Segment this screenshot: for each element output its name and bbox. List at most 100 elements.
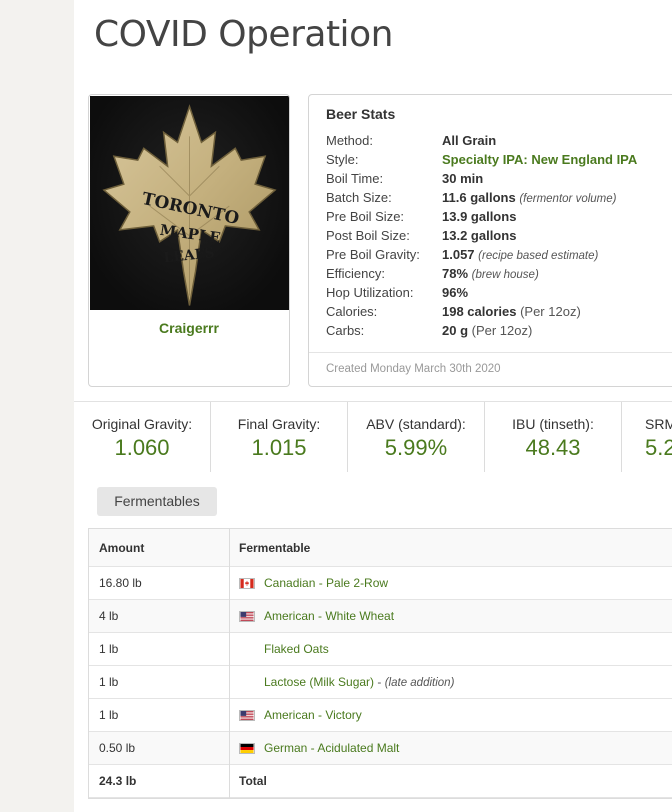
stat-value: 11.6 gallons xyxy=(442,190,516,205)
fermentables-table: Amount Fermentable 16.80 lb Canadian - P… xyxy=(88,528,672,799)
usa-flag-icon xyxy=(239,611,255,622)
fermentable-link[interactable]: American - Victory xyxy=(264,699,362,732)
amount-cell: 16.80 lb xyxy=(99,576,142,590)
stat-pre-boil-gravity: Pre Boil Gravity: 1.057 (recipe based est… xyxy=(326,245,637,264)
stat-label: Calories: xyxy=(326,304,378,319)
total-amount: 24.3 lb xyxy=(99,774,137,788)
stat-label: Method: xyxy=(326,133,373,148)
stat-label: Style: xyxy=(326,152,359,167)
gravity-label: Final Gravity: xyxy=(237,416,321,432)
germany-flag-icon xyxy=(239,743,255,754)
stat-carbs: Carbs: 20 g (Per 12oz) xyxy=(326,321,637,340)
column-header-amount: Amount xyxy=(99,541,145,555)
style-link[interactable]: Specialty IPA: New England IPA xyxy=(442,152,637,167)
stat-batch-size: Batch Size: 11.6 gallons (fermentor volum… xyxy=(326,188,637,207)
srm-box: SRM 5.2 xyxy=(622,402,672,472)
logo-text-leafs: LEAFS xyxy=(163,245,216,266)
fermentable-cell: Lactose (Milk Sugar) - (late addition) xyxy=(264,675,455,689)
stat-value: 1.057 xyxy=(442,247,475,262)
stat-value: All Grain xyxy=(442,133,497,148)
canada-flag-icon xyxy=(239,578,255,589)
stat-label: Boil Time: xyxy=(326,171,384,186)
amount-cell: 1 lb xyxy=(99,642,119,656)
beer-stats-title: Beer Stats xyxy=(326,106,396,122)
amount-cell: 1 lb xyxy=(99,675,119,689)
beer-stats-list: Method: All Grain Style: Specialty IPA: Ne… xyxy=(326,131,637,340)
stat-note: (brew house) xyxy=(471,269,539,281)
column-divider xyxy=(229,633,230,666)
abv-box: ABV (standard): 5.99% xyxy=(348,402,485,472)
ibu-box: IBU (tinseth): 48.43 xyxy=(485,402,622,472)
table-row: 1 lb American - Victory xyxy=(89,699,672,732)
stat-label: Hop Utilization: xyxy=(326,285,414,300)
stat-hop-utilization: Hop Utilization: 96% xyxy=(326,283,637,302)
stat-note: (recipe based estimate) xyxy=(478,250,599,262)
gravity-label: SRM xyxy=(645,416,672,432)
stat-value: 78% xyxy=(442,266,469,281)
table-row: 4 lb American - White Wheat xyxy=(89,600,672,633)
stat-style: Style: Specialty IPA: New England IPA xyxy=(326,150,637,169)
maple-leaf-logo: TORONTO MAPLE LEAFS xyxy=(102,104,277,306)
column-divider xyxy=(229,732,230,765)
table-row: 16.80 lb Canadian - Pale 2-Row xyxy=(89,567,672,600)
fermentable-link[interactable]: German - Acidulated Malt xyxy=(264,732,399,765)
column-divider xyxy=(229,529,230,567)
final-gravity-box: Final Gravity: 1.015 xyxy=(211,402,348,472)
amount-cell: 1 lb xyxy=(99,708,119,722)
fermentable-link[interactable]: American - White Wheat xyxy=(264,600,394,633)
stat-value: 13.2 gallons xyxy=(442,228,517,243)
total-label: Total xyxy=(239,774,267,788)
column-header-fermentable: Fermentable xyxy=(239,541,311,555)
gravity-label: IBU (tinseth): xyxy=(512,416,594,432)
gravity-value: 1.015 xyxy=(251,435,307,460)
created-date: Created Monday March 30th 2020 xyxy=(326,363,501,375)
stat-efficiency: Efficiency: 78% (brew house) xyxy=(326,264,637,283)
gravity-value: 5.99% xyxy=(384,435,448,460)
table-row: 0.50 lb German - Acidulated Malt xyxy=(89,732,672,765)
gravity-value: 1.060 xyxy=(114,435,170,460)
stat-method: Method: All Grain xyxy=(326,131,637,150)
stat-value: 13.9 gallons xyxy=(442,209,517,224)
stat-label: Efficiency: xyxy=(326,266,386,281)
stat-note: (Per 12oz) xyxy=(520,304,581,319)
gravity-value: 5.2 xyxy=(645,435,672,460)
stat-label: Post Boil Size: xyxy=(326,228,410,243)
avatar[interactable]: TORONTO MAPLE LEAFS xyxy=(90,96,289,310)
table-row: 1 lb Flaked Oats xyxy=(89,633,672,666)
tab-fermentables[interactable]: Fermentables xyxy=(97,487,217,516)
stat-label: Pre Boil Gravity: xyxy=(326,247,420,262)
usa-flag-icon xyxy=(239,710,255,721)
stat-boil-time: Boil Time: 30 min xyxy=(326,169,637,188)
late-addition-note: (late addition) xyxy=(384,677,455,689)
stat-note: (Per 12oz) xyxy=(471,323,533,338)
gravity-label: ABV (standard): xyxy=(366,416,466,432)
table-header: Amount Fermentable xyxy=(89,529,672,567)
column-divider xyxy=(229,666,230,699)
fermentable-link[interactable]: Lactose (Milk Sugar) xyxy=(264,675,374,689)
table-row: 1 lb Lactose (Milk Sugar) - (late additi… xyxy=(89,666,672,699)
fermentable-link[interactable]: Canadian - Pale 2-Row xyxy=(264,567,388,600)
stat-pre-boil-size: Pre Boil Size: 13.9 gallons xyxy=(326,207,637,226)
original-gravity-box: Original Gravity: 1.060 xyxy=(74,402,211,472)
brewer-name-link[interactable]: Craigerrr xyxy=(89,320,289,336)
stat-note: (fermentor volume) xyxy=(519,193,617,205)
stat-calories: Calories: 198 calories (Per 12oz) xyxy=(326,302,637,321)
stat-value: 198 calories xyxy=(442,304,517,319)
gravity-summary: Original Gravity: 1.060 Final Gravity: 1… xyxy=(74,401,672,472)
column-divider xyxy=(229,765,230,798)
beer-stats-card: Beer Stats Method: All Grain Style: Specia… xyxy=(308,94,672,387)
recipe-content: COVID Operation TORONTO MAPLE LEAFS Crai… xyxy=(74,0,672,812)
stat-post-boil-size: Post Boil Size: 13.2 gallons xyxy=(326,226,637,245)
fermentable-link[interactable]: Flaked Oats xyxy=(264,633,329,666)
stat-value: 96% xyxy=(442,285,469,300)
stat-value: 20 g xyxy=(442,323,469,338)
stat-value: 30 min xyxy=(442,171,484,186)
column-divider xyxy=(229,567,230,600)
brewer-card[interactable]: TORONTO MAPLE LEAFS Craigerrr xyxy=(88,94,290,387)
table-total-row: 24.3 lb Total xyxy=(89,765,672,798)
stat-label: Carbs: xyxy=(326,323,365,338)
amount-cell: 0.50 lb xyxy=(99,741,136,755)
page-title: COVID Operation xyxy=(94,14,393,55)
stat-label: Batch Size: xyxy=(326,190,392,205)
gravity-value: 48.43 xyxy=(525,435,581,460)
